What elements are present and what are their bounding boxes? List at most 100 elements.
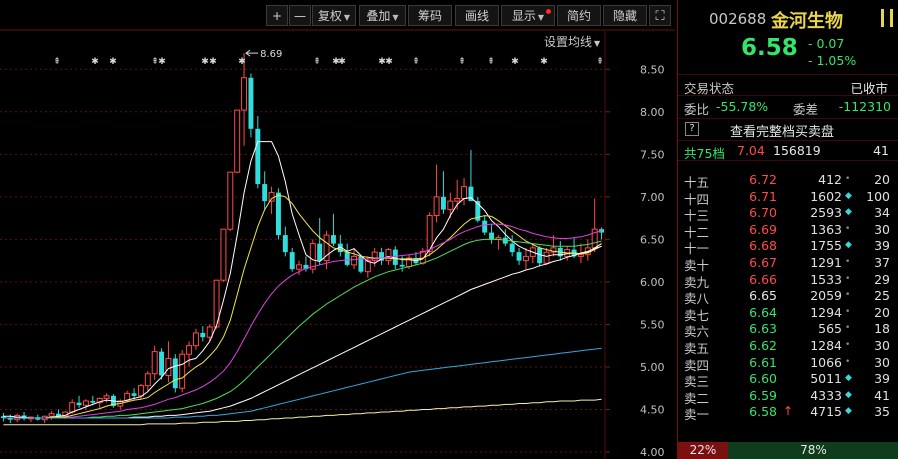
fullscreen-icon: ⛶ [655, 9, 665, 24]
y-tick-label: 8.00 [640, 106, 665, 119]
total-volume: 156819 [773, 143, 821, 158]
order-count: 25 [874, 288, 890, 304]
candle-body [200, 332, 206, 338]
order-count: 34 [874, 205, 890, 221]
order-price: 6.70 [749, 205, 777, 221]
y-tick-label: 6.50 [640, 233, 665, 246]
settings-icon[interactable] [881, 9, 893, 27]
diejia-dropdown[interactable]: 叠加 ▼ [359, 5, 406, 26]
candle-body [151, 351, 158, 375]
order-row[interactable]: 卖三 6.60 5011 ◆ 39 [678, 371, 898, 389]
order-price: 6.62 [749, 338, 777, 353]
ma-line [3, 245, 602, 419]
order-row[interactable]: 卖七 6.64 1294 • 20 [678, 304, 898, 323]
candle-body [440, 196, 446, 210]
order-count: 20 [874, 304, 890, 320]
jianyue-button[interactable]: 简约 [557, 5, 601, 26]
event-marker-icon: ⇞ [53, 57, 61, 67]
diamond-icon: ◆ [845, 240, 852, 251]
candle-body [351, 255, 358, 266]
order-row[interactable]: 十二 6.69 1363 • 30 [678, 221, 898, 240]
candle-body [282, 235, 288, 253]
chevron-down-icon: ▼ [343, 13, 351, 22]
huaxian-button[interactable]: 画线 [455, 5, 499, 26]
help-icon[interactable]: ? [685, 122, 699, 136]
order-row[interactable]: 卖八 6.65 2059 • 25 [678, 288, 898, 306]
chevron-down-icon: ▼ [392, 13, 399, 22]
order-volume: 1602 [810, 188, 842, 204]
y-tick-label: 4.00 [640, 446, 665, 459]
order-count: 35 [874, 404, 890, 420]
order-row[interactable]: 卖六 6.63 565 • 18 [678, 321, 898, 339]
ma-line [3, 347, 602, 419]
order-row[interactable]: 卖四 6.61 1066 • 30 [678, 354, 898, 373]
event-marker-icon: ✱ [158, 57, 166, 67]
candle-body [131, 393, 137, 396]
candle-body [385, 249, 392, 262]
weicha-label: 委差 [793, 102, 819, 117]
chouma-button[interactable]: 筹码 [408, 5, 452, 26]
ma-line [3, 194, 602, 419]
set-ma-button[interactable]: 设置均线 ▼ [544, 33, 600, 50]
order-volume: 4333 [810, 387, 842, 403]
max-price-label: 8.69 [260, 49, 282, 60]
order-row[interactable]: 卖一 6.58 ↑ 4715 ◆ 35 [678, 404, 898, 422]
order-row[interactable]: 卖二 6.59 4333 ◆ 41 [678, 387, 898, 406]
full-book-link[interactable]: 查看完整档买卖盘 [730, 121, 834, 140]
fuquan-dropdown[interactable]: 复权 ▼ [312, 5, 356, 26]
order-row[interactable]: 十五 6.72 412 • 20 [678, 172, 898, 190]
y-tick-label: 5.50 [640, 318, 665, 331]
y-tick-label: 7.50 [640, 148, 665, 161]
order-count: 29 [874, 271, 890, 287]
kline-chart-area[interactable]: 8.50 8.00 7.50 7.00 6.50 6.00 5.50 5.00 4.50 4.00… [0, 0, 675, 459]
y-tick-label: 4.50 [640, 403, 665, 416]
candle-body [309, 243, 316, 270]
zoom-in-button[interactable]: + [266, 5, 288, 26]
order-count: 30 [874, 338, 890, 353]
order-count: 30 [874, 221, 890, 237]
order-volume: 1363 [810, 221, 842, 237]
total-price: 7.04 [737, 143, 765, 158]
xianshi-dropdown[interactable]: 显示 ▼ [501, 5, 555, 26]
event-marker-icon: ✱ [201, 57, 209, 67]
last-price: 6.58 [741, 35, 798, 61]
order-price: 6.69 [749, 221, 777, 237]
candle-body [48, 413, 55, 417]
dot-icon: • [845, 257, 851, 267]
order-price: 6.61 [749, 354, 777, 370]
candle-body [454, 198, 461, 202]
price-change-pct: - 1.05% [808, 53, 857, 68]
candle-body [262, 184, 268, 202]
order-row[interactable]: 十四 6.71 1602 ◆ 100 [678, 188, 898, 207]
order-volume: 2593 [810, 205, 842, 221]
candle-body [482, 220, 488, 233]
candle-body [268, 192, 275, 202]
order-volume: 1755 [810, 238, 842, 254]
yincang-button[interactable]: 隐藏 [603, 5, 647, 26]
candle-body [289, 252, 295, 270]
order-row[interactable]: 十一 6.68 1755 ◆ 39 [678, 238, 898, 256]
candle-body [186, 345, 193, 355]
total-count: 41 [873, 143, 889, 158]
order-count: 30 [874, 354, 890, 370]
fullscreen-button[interactable]: ⛶ [649, 5, 671, 26]
order-row[interactable]: 卖十 6.67 1291 • 37 [678, 255, 898, 273]
chevron-down-icon: ▼ [594, 39, 601, 48]
candle-body [248, 77, 254, 129]
candlestick-chart[interactable]: 8.50 8.00 7.50 7.00 6.50 6.00 5.50 5.00 4.50 4.00… [0, 0, 675, 459]
order-price: 6.71 [749, 188, 777, 204]
zoom-out-button[interactable]: — [289, 5, 311, 26]
order-volume: 1294 [810, 304, 842, 320]
event-marker-icon: ✱ [91, 57, 99, 67]
order-row[interactable]: 十三 6.70 2593 ◆ 34 [678, 205, 898, 223]
candle-body [296, 264, 303, 270]
candle-body [137, 385, 144, 397]
candle-body [255, 128, 261, 185]
diamond-icon: ◆ [845, 406, 852, 417]
stock-code: 002688 [709, 10, 767, 28]
order-volume: 412 [818, 172, 842, 187]
y-tick-label: 8.50 [640, 63, 665, 76]
y-tick-label: 7.00 [640, 191, 665, 204]
order-row[interactable]: 卖九 6.66 1533 • 29 [678, 271, 898, 290]
order-row[interactable]: 卖五 6.62 1284 • 30 [678, 338, 898, 356]
